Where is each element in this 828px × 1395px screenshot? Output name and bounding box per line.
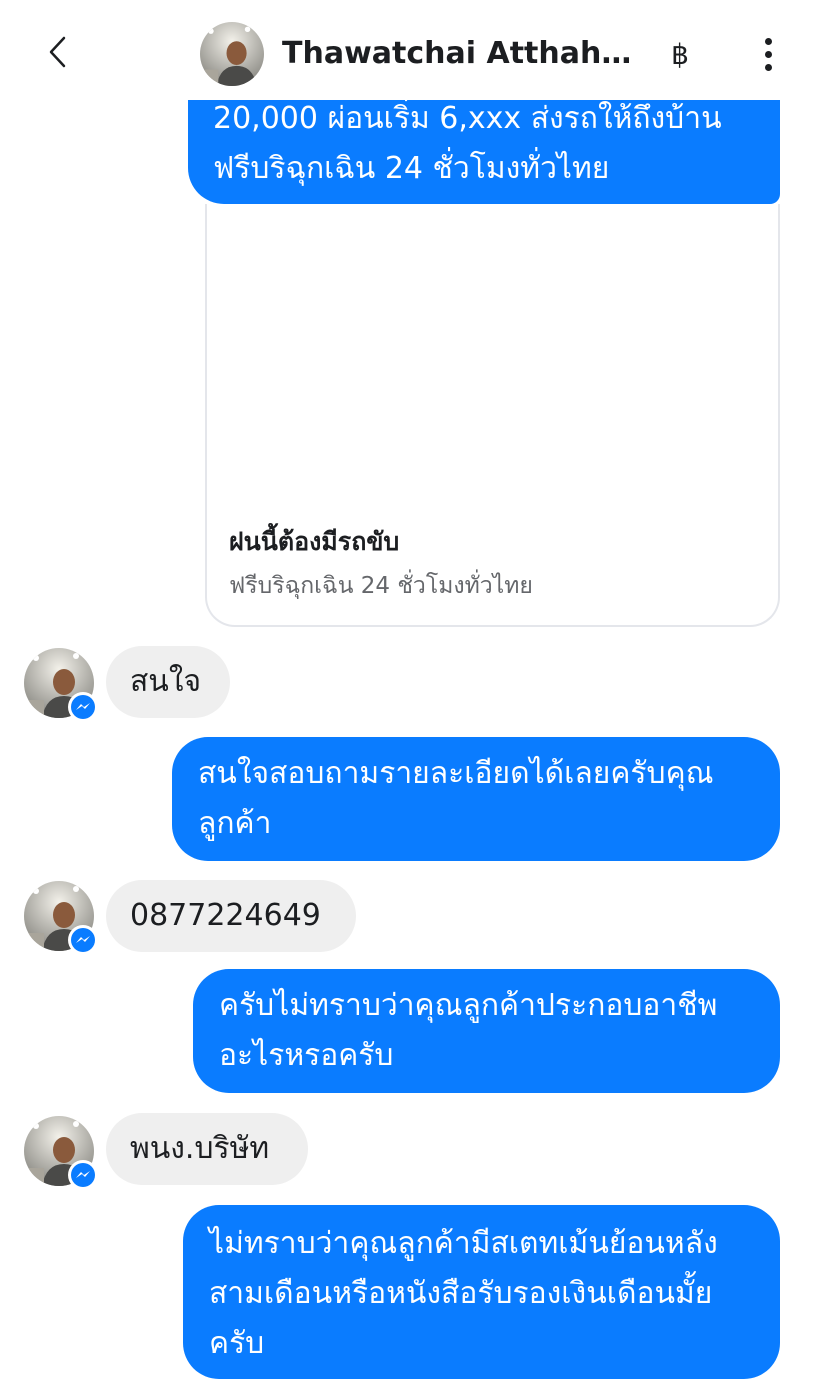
outgoing-message[interactable]: ครับไม่ทราบว่าคุณลูกค้าประกอบอาชีพอะไรหร… (193, 969, 780, 1093)
vertical-dots-icon (764, 50, 772, 58)
contact-avatar[interactable] (24, 881, 98, 955)
messenger-icon (68, 692, 98, 722)
chat-header: Thawatchai Atthah... ฿ (0, 0, 828, 100)
messenger-icon (68, 925, 98, 955)
outgoing-message[interactable]: สนใจสอบถามรายละเอียดได้เลยครับคุณลูกค้า (172, 737, 780, 861)
incoming-message[interactable]: 0877224649 (106, 880, 356, 952)
contact-name[interactable]: Thawatchai Atthah... (282, 32, 632, 76)
back-button[interactable] (30, 28, 86, 80)
link-card-subtitle: ฟรีบริฉุกเฉิน 24 ชั่วโมงทั่วไทย (229, 573, 533, 599)
chat-screen: 20,000 ผ่อนเริ่ม 6,xxx ส่งรถให้ถึงบ้าน ฟ… (0, 0, 828, 1395)
incoming-message[interactable]: พนง.บริษัท (106, 1113, 308, 1185)
contact-avatar[interactable] (24, 1116, 98, 1190)
baht-icon: ฿ (671, 37, 689, 71)
incoming-message[interactable]: สนใจ (106, 646, 230, 718)
vertical-dots-icon (764, 37, 772, 45)
link-card-title: ฝนนี้ต้องมีรถขับ (229, 527, 400, 556)
vertical-dots-icon (764, 63, 772, 71)
header-avatar[interactable] (200, 22, 264, 86)
outgoing-message[interactable]: ไม่ทราบว่าคุณลูกค้ามีสเตทเม้นย้อนหลังสาม… (183, 1205, 780, 1379)
link-preview-card[interactable]: ฝนนี้ต้องมีรถขับ ฟรีบริฉุกเฉิน 24 ชั่วโม… (205, 204, 780, 627)
payment-button[interactable]: ฿ (660, 30, 700, 78)
contact-avatar[interactable] (24, 648, 98, 722)
chevron-left-icon (46, 35, 70, 73)
more-options-button[interactable] (748, 30, 788, 78)
messenger-icon (68, 1160, 98, 1190)
